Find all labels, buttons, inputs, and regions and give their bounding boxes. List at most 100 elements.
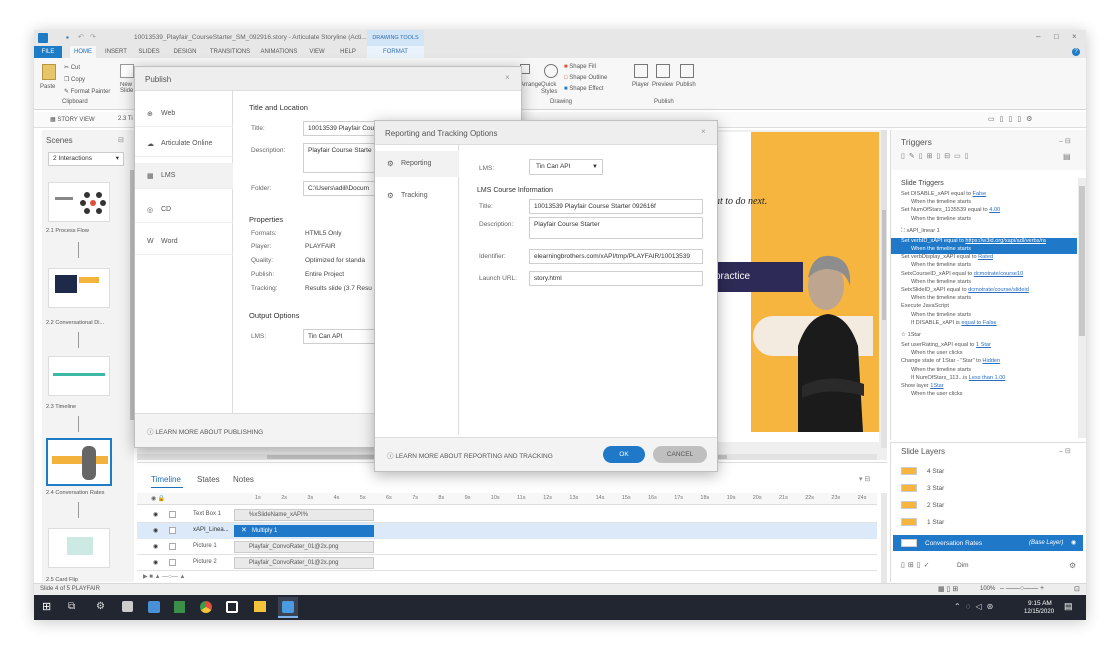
clock-time[interactable]: 9:15 AM xyxy=(1028,600,1052,607)
settings-icon[interactable]: ⚙ xyxy=(96,601,105,612)
cut-button[interactable]: ✂ Cut xyxy=(64,64,80,71)
canvas-vscroll[interactable] xyxy=(881,130,887,448)
trigger-action[interactable]: Set DISABLE_xAPI equal to False xyxy=(891,191,1077,199)
eye-icon[interactable]: ◉ xyxy=(153,559,158,566)
canvas-text[interactable]: at to do next. xyxy=(715,196,767,207)
reporting-close-icon[interactable]: × xyxy=(701,127,706,136)
trigger-condition[interactable]: If DISABLE_xAPI is equal to False xyxy=(891,320,1077,328)
trigger-value-link[interactable]: 1 Star xyxy=(976,342,991,348)
new-slide-icon[interactable] xyxy=(120,64,134,78)
eye-icon[interactable]: ◉ xyxy=(153,527,158,534)
nav-articulate-online[interactable]: ☁ Articulate Online xyxy=(135,131,233,157)
close-button[interactable]: × xyxy=(1072,32,1077,41)
timeline-bar[interactable]: Multiply 1 xyxy=(234,525,374,537)
publish-label[interactable]: Publish xyxy=(676,82,696,88)
trigger-condition[interactable]: When the timeline starts xyxy=(891,367,1077,375)
tab-file[interactable]: FILE xyxy=(34,46,62,58)
storyline-taskbar-icon[interactable] xyxy=(278,597,298,618)
tab-view[interactable]: VIEW xyxy=(306,46,328,58)
nav-word[interactable]: W Word xyxy=(135,229,233,255)
tab-home[interactable]: HOME xyxy=(70,46,96,58)
tab-format[interactable]: FORMAT xyxy=(367,46,424,58)
timeline-vscroll[interactable] xyxy=(881,493,887,583)
timeline-bar[interactable]: %xSlideName_xAPI% xyxy=(234,509,374,521)
trigger-condition[interactable]: When the timeline starts xyxy=(891,216,1077,224)
trigger-condition[interactable]: When the timeline starts xyxy=(891,295,1077,303)
timeline-play-controls[interactable]: ▶ ■ ▲ —○— ▲ xyxy=(143,573,185,580)
trigger-condition[interactable]: When the timeline starts xyxy=(891,312,1077,320)
slide-view-tab[interactable]: 2.3 Ti xyxy=(118,116,133,122)
trigger-action[interactable]: Set verbID_xAPI equal to https://w3id.or… xyxy=(891,237,1077,246)
clock-date[interactable]: 12/15/2020 xyxy=(1024,609,1054,615)
trigger-value-link[interactable]: https://w3id.org/xapi/adl/verbs/ra xyxy=(965,238,1046,244)
view-mode-icons[interactable]: ▭▯▯▯⚙ xyxy=(988,115,1037,123)
rt-launch-url-input[interactable]: story.html xyxy=(529,271,703,286)
lock-checkbox[interactable] xyxy=(169,527,176,534)
rt-identifier-input[interactable]: elearningbrothers.com/xAPI/tmp/PLAYFAIR/… xyxy=(529,249,703,264)
tracking-value[interactable]: Results slide (3.7 Resu xyxy=(305,285,372,292)
formats-value[interactable]: HTML5 Only xyxy=(305,230,341,237)
trigger-condition[interactable]: When the user clicks xyxy=(891,350,1077,358)
timeline-row[interactable]: ◉ Text Box 1 %xSlideName_xAPI% xyxy=(137,507,877,523)
arrange-label[interactable]: Arrange xyxy=(520,82,541,88)
explorer-icon[interactable] xyxy=(148,601,160,613)
slide-thumb[interactable] xyxy=(48,268,110,308)
nav-tracking[interactable]: ⚙ Tracking xyxy=(375,183,459,209)
undo-icon[interactable]: ↶ xyxy=(78,33,84,41)
timeline-bar[interactable]: Playfair_ConvoRater_01@2x.png xyxy=(234,541,374,553)
nav-reporting[interactable]: ⚙ Reporting xyxy=(375,151,459,177)
timeline-row-selected[interactable]: ◉ xAPI_Linea... Multiply 1 ✕ xyxy=(137,523,877,539)
trigger-action[interactable]: SetxSlideID_xAPI equal to dcmotrate/cour… xyxy=(891,287,1077,295)
trigger-toolbar[interactable]: ▯✎▯⊞▯⊟▭▯ xyxy=(901,152,973,160)
trigger-action[interactable]: Change state of 1Star - "Star" to Hidden xyxy=(891,358,1077,366)
paste-icon[interactable] xyxy=(42,64,56,80)
trigger-condition[interactable]: When the timeline starts xyxy=(891,279,1077,287)
layer-visibility-icon[interactable]: ◉ xyxy=(1071,539,1076,546)
publish-close-icon[interactable]: × xyxy=(505,73,510,82)
trigger-condition[interactable]: When the timeline starts xyxy=(891,199,1077,207)
trigger-action[interactable]: Set NumOfStars_1135539 equal to 4.00 xyxy=(891,207,1077,215)
minimize-button[interactable]: – xyxy=(1036,32,1040,41)
tab-design[interactable]: DESIGN xyxy=(170,46,200,58)
folder-icon[interactable] xyxy=(254,601,266,612)
cancel-button[interactable]: CANCEL xyxy=(653,446,707,463)
paste-label[interactable]: Paste xyxy=(40,84,55,90)
visibility-header-icon[interactable]: ◉ 🔒 xyxy=(151,495,165,502)
shape-fill-button[interactable]: ■ Shape Fill xyxy=(564,64,596,70)
chrome-icon[interactable] xyxy=(200,601,212,613)
publish-value[interactable]: Entire Project xyxy=(305,271,344,278)
trigger-value-link[interactable]: Less than 1.00 xyxy=(969,375,1006,381)
tab-slides[interactable]: SLIDES xyxy=(136,46,162,58)
trigger-condition[interactable]: When the timeline starts xyxy=(891,246,1077,255)
eye-icon[interactable]: ◉ xyxy=(153,543,158,550)
tab-help[interactable]: HELP xyxy=(336,46,360,58)
preview-label[interactable]: Preview xyxy=(652,82,673,88)
trigger-value-link[interactable]: 4.00 xyxy=(989,207,1000,213)
scene-dropdown[interactable]: 2 Interactions ▾ xyxy=(48,152,124,166)
task-view-icon[interactable]: ⧉ xyxy=(68,601,75,612)
triggers-pin-icon[interactable]: – ⊟ xyxy=(1059,137,1071,145)
base-layer-item[interactable]: Conversation Rates (Base Layer) ◉ xyxy=(893,535,1083,551)
trigger-value-link[interactable]: Hidden xyxy=(982,358,1000,364)
triggers-scrollbar[interactable] xyxy=(1078,178,1086,438)
publish-icon[interactable] xyxy=(680,64,694,78)
app-icon[interactable] xyxy=(226,601,238,613)
trigger-action[interactable]: Show layer 1Star xyxy=(891,383,1077,391)
tab-insert[interactable]: INSERT xyxy=(102,46,130,58)
eye-icon[interactable]: ◉ xyxy=(153,511,158,518)
trigger-action[interactable]: Execute JavaScript xyxy=(891,303,1077,311)
layers-pin-icon[interactable]: – ⊟ xyxy=(1059,447,1071,455)
trigger-action[interactable]: Set verbDisplay_xAPI equal to Rated xyxy=(891,254,1077,262)
trigger-value-link[interactable]: False xyxy=(973,191,987,197)
store-icon[interactable] xyxy=(122,601,133,612)
slide-thumb[interactable] xyxy=(48,356,110,396)
lock-checkbox[interactable] xyxy=(169,543,176,550)
trigger-group-header[interactable]: ☆ 1Star xyxy=(891,328,1077,341)
timeline-bar[interactable]: Playfair_ConvoRater_01@2x.png xyxy=(234,557,374,569)
system-tray-icons[interactable]: ⌃◌◁⊛ xyxy=(954,602,998,611)
trigger-value-link[interactable]: Rated xyxy=(978,254,993,260)
layer-item[interactable]: 1 Star xyxy=(891,514,1086,531)
excel-icon[interactable] xyxy=(174,601,185,613)
lock-checkbox[interactable] xyxy=(169,559,176,566)
person-image[interactable] xyxy=(768,236,868,436)
